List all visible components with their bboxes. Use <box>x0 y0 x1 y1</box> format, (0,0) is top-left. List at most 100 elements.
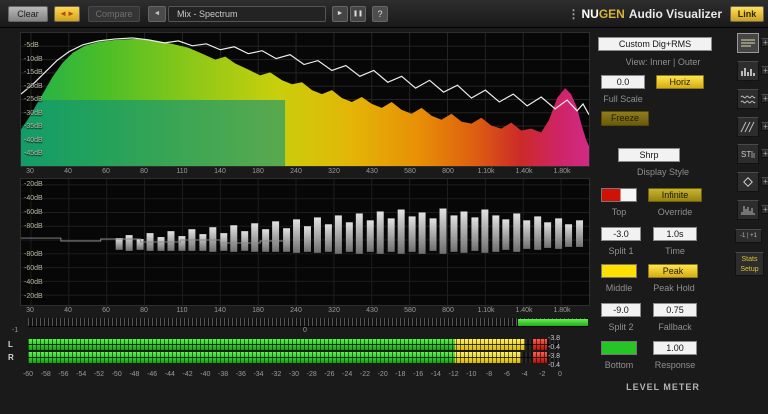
spectrogram-wave-icon <box>740 95 756 104</box>
spectrum-db-label: -45dB <box>24 150 43 157</box>
freeze-button[interactable]: Freeze <box>601 111 649 126</box>
add-view-button[interactable]: + <box>761 149 768 158</box>
meter-mode-dropdown[interactable]: Custom Dig+RMS <box>598 37 712 51</box>
override-label: Override <box>657 207 693 217</box>
meter-readout-value: -0.4 <box>548 344 561 351</box>
meter-yellow-segment <box>455 339 525 350</box>
full-scale-field[interactable]: 0.0 <box>601 75 645 89</box>
level-bars-icon <box>741 206 755 215</box>
meter-scale-label: -18 <box>395 371 406 378</box>
view-spectrogram-button[interactable] <box>737 89 759 109</box>
meter-scale-label: -6 <box>503 371 510 378</box>
freq-label: 430 <box>366 168 378 175</box>
correlation-meter <box>28 318 588 327</box>
pause-button[interactable]: ❚❚ <box>350 6 366 22</box>
toolbar: Clear ◄► Compare ◄ Mix - Spectrum ► ❚❚ ?… <box>0 0 768 28</box>
help-button[interactable]: ? <box>372 6 388 22</box>
logo-gen: GEN <box>598 7 625 21</box>
add-view-button[interactable]: + <box>761 94 768 103</box>
peak-button[interactable]: Peak <box>648 264 698 278</box>
stats-setup-button[interactable]: Stats Setup <box>735 252 764 276</box>
freq-label: 240 <box>290 307 302 314</box>
view-diagonal-button[interactable] <box>737 117 759 137</box>
meter-peak-hold-red <box>533 339 547 350</box>
horiz-button[interactable]: Horiz <box>656 75 704 89</box>
view-level-meter-button[interactable] <box>737 200 759 220</box>
channel-right-label: R <box>8 353 14 362</box>
fallback-field[interactable]: 0.75 <box>653 303 697 317</box>
correlation-min-label: -1 <box>12 327 19 334</box>
top-color-swatch[interactable] <box>601 188 637 202</box>
meter-scale-label: -52 <box>93 371 104 378</box>
meter-scale-label: -16 <box>413 371 424 378</box>
freq-label: 40 <box>64 307 72 314</box>
range-toggle-button[interactable]: -1 | +1 <box>735 229 762 243</box>
spectrum-db-label: -30dB <box>24 109 43 117</box>
freq-label: 30 <box>26 307 34 314</box>
freq-label: 240 <box>290 168 302 175</box>
add-view-button[interactable]: + <box>761 177 768 186</box>
history-db-label: -80dB <box>24 251 43 258</box>
freq-label: 180 <box>252 168 264 175</box>
meter-scale-label: -32 <box>271 371 282 378</box>
freq-label: 30 <box>26 168 34 175</box>
swap-arrows-icon[interactable]: ◄► <box>54 6 80 22</box>
link-button[interactable]: Link <box>730 6 764 22</box>
meter-green-segment <box>28 352 455 363</box>
add-view-button[interactable]: + <box>761 38 768 47</box>
freq-label: 1.10k <box>477 307 495 314</box>
history-db-label: -40dB <box>24 279 43 286</box>
display-style-dropdown[interactable]: Shrp <box>618 148 680 162</box>
view-vectorscope-button[interactable] <box>737 172 759 192</box>
prev-preset-button[interactable]: ◄ <box>148 6 166 22</box>
meter-scale-label: -4 <box>521 371 528 378</box>
split1-label: Split 1 <box>608 246 634 256</box>
peak-hold-label: Peak Hold <box>653 283 695 293</box>
spectrum-lines-icon <box>741 39 755 47</box>
display-style-label: Display Style <box>636 167 690 177</box>
time-field[interactable]: 1.0s <box>653 227 697 241</box>
meter-scale-label: -60 <box>22 371 34 378</box>
bottom-color-swatch[interactable] <box>601 341 637 355</box>
meter-scale-label: -40 <box>200 371 211 378</box>
meter-readout-value: -3.8 <box>548 353 561 360</box>
split1-field[interactable]: -3.0 <box>601 227 641 241</box>
view-stereo-button[interactable]: ST <box>737 144 759 164</box>
add-view-button[interactable]: + <box>761 205 768 214</box>
play-button[interactable]: ► <box>332 6 348 22</box>
logo-nu: NU <box>581 7 599 21</box>
add-view-button[interactable]: + <box>761 122 768 131</box>
meter-scale-label: -24 <box>342 371 353 378</box>
clear-button[interactable]: Clear <box>8 6 48 22</box>
spectrum-db-label: -20dB <box>24 82 43 90</box>
freq-label: 40 <box>64 168 72 175</box>
view-histogram-button[interactable] <box>737 61 759 81</box>
meter-scale: -60 -58 -56 -54 -52 -50 -48 -46 -44 -42 -40 -38 -36-… <box>20 371 580 380</box>
visualizer-window: Clear ◄► Compare ◄ Mix - Spectrum ► ❚❚ ?… <box>0 0 768 414</box>
freq-label: 140 <box>214 307 226 314</box>
view-spectrum-lines-button[interactable] <box>737 33 759 53</box>
split2-label: Split 2 <box>608 322 634 332</box>
fallback-label: Fallback <box>658 322 692 332</box>
compare-button[interactable]: Compare <box>88 6 140 22</box>
freq-label: 80 <box>140 307 148 314</box>
view-mode-label: View: Inner | Outer <box>625 57 701 67</box>
freq-label: 60 <box>102 307 110 314</box>
split2-field[interactable]: -9.0 <box>601 303 641 317</box>
preset-dropdown[interactable]: Mix - Spectrum <box>168 6 326 22</box>
freq-label: 800 <box>442 307 454 314</box>
history-db-label: -20dB <box>24 293 43 300</box>
meter-scale-label: -20 <box>377 371 388 378</box>
stereo-icon: ST <box>741 150 755 159</box>
freq-label: 1.40k <box>515 168 533 175</box>
diagonal-lines-icon <box>740 121 755 133</box>
add-view-button[interactable]: + <box>761 66 768 75</box>
spectrum-display: -5dB -10dB -15dB -20dB -25dB -30dB -35dB -40dB -… <box>20 32 590 167</box>
freq-label: 430 <box>366 307 378 314</box>
meter-scale-label: -26 <box>324 371 335 378</box>
meter-scale-label: -22 <box>359 371 370 378</box>
middle-color-swatch[interactable] <box>601 264 637 278</box>
infinite-button[interactable]: Infinite <box>648 188 702 202</box>
response-field[interactable]: 1.00 <box>653 341 697 355</box>
meter-scale-label: -28 <box>306 371 317 378</box>
